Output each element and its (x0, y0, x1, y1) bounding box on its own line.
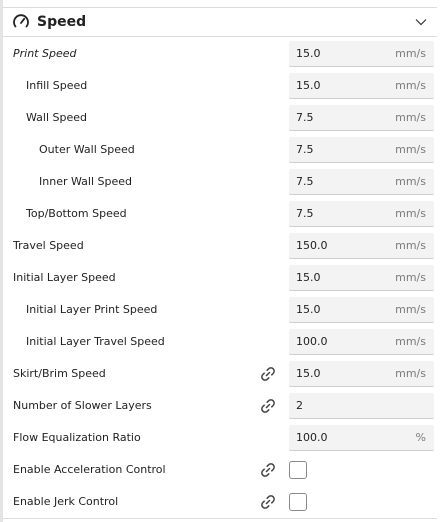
field-unit: % (415, 431, 426, 444)
setting-label: Initial Layer Speed (13, 271, 116, 284)
setting-label: Outer Wall Speed (39, 143, 135, 156)
initial-layer-speed-input[interactable]: 15.0 mm/s (289, 265, 434, 291)
field-value: 15.0 (296, 271, 321, 284)
gauge-icon (11, 12, 31, 32)
inner-wall-speed-input[interactable]: 7.5 mm/s (289, 169, 434, 195)
top-bottom-speed-input[interactable]: 7.5 mm/s (289, 201, 434, 227)
field-value: 15.0 (296, 47, 321, 60)
setting-row-number-of-slower-layers: Number of Slower Layers 2 (0, 392, 440, 420)
number-of-slower-layers-input[interactable]: 2 (289, 393, 434, 419)
link-icon[interactable] (258, 396, 278, 416)
speed-settings-panel: Speed Print Speed 15.0 mm/s Infill Speed… (0, 0, 440, 522)
field-unit: mm/s (395, 367, 426, 380)
enable-acceleration-control-checkbox[interactable] (289, 461, 307, 479)
setting-label: Enable Acceleration Control (13, 463, 166, 476)
field-unit: mm/s (395, 303, 426, 316)
setting-row-flow-equalization-ratio: Flow Equalization Ratio 100.0 % (0, 424, 440, 452)
setting-label: Wall Speed (26, 111, 88, 124)
enable-jerk-control-checkbox[interactable] (289, 493, 307, 511)
speed-section-header[interactable]: Speed (3, 7, 437, 37)
field-unit: mm/s (395, 111, 426, 124)
field-value: 150.0 (296, 239, 328, 252)
field-value: 7.5 (296, 143, 314, 156)
field-value: 100.0 (296, 335, 328, 348)
field-unit: mm/s (395, 175, 426, 188)
setting-label: Infill Speed (26, 79, 88, 92)
travel-speed-input[interactable]: 150.0 mm/s (289, 233, 434, 259)
setting-row-infill-speed: Infill Speed 15.0 mm/s (0, 72, 440, 100)
link-icon[interactable] (258, 364, 278, 384)
link-icon[interactable] (258, 492, 278, 512)
flow-equalization-ratio-input[interactable]: 100.0 % (289, 425, 434, 451)
field-unit: mm/s (395, 271, 426, 284)
setting-label: Print Speed (13, 47, 77, 60)
field-value: 15.0 (296, 79, 321, 92)
field-unit: mm/s (395, 47, 426, 60)
setting-row-initial-layer-print-speed: Initial Layer Print Speed 15.0 mm/s (0, 296, 440, 324)
setting-label: Enable Jerk Control (13, 495, 119, 508)
setting-row-outer-wall-speed: Outer Wall Speed 7.5 mm/s (0, 136, 440, 164)
field-value: 15.0 (296, 303, 321, 316)
wall-speed-input[interactable]: 7.5 mm/s (289, 105, 434, 131)
field-unit: mm/s (395, 207, 426, 220)
setting-row-enable-jerk-control: Enable Jerk Control (0, 488, 440, 516)
field-unit: mm/s (395, 143, 426, 156)
field-unit: mm/s (395, 239, 426, 252)
field-unit: mm/s (395, 335, 426, 348)
field-value: 7.5 (296, 111, 314, 124)
initial-layer-travel-speed-input[interactable]: 100.0 mm/s (289, 329, 434, 355)
setting-row-initial-layer-speed: Initial Layer Speed 15.0 mm/s (0, 264, 440, 292)
setting-label: Inner Wall Speed (39, 175, 132, 188)
field-value: 100.0 (296, 431, 328, 444)
setting-row-skirt-brim-speed: Skirt/Brim Speed 15.0 mm/s (0, 360, 440, 388)
infill-speed-input[interactable]: 15.0 mm/s (289, 73, 434, 99)
setting-label: Skirt/Brim Speed (13, 367, 106, 380)
initial-layer-print-speed-input[interactable]: 15.0 mm/s (289, 297, 434, 323)
setting-label: Initial Layer Travel Speed (26, 335, 165, 348)
field-unit: mm/s (395, 79, 426, 92)
setting-label: Flow Equalization Ratio (13, 431, 141, 444)
setting-row-wall-speed: Wall Speed 7.5 mm/s (0, 104, 440, 132)
setting-row-top-bottom-speed: Top/Bottom Speed 7.5 mm/s (0, 200, 440, 228)
field-value: 2 (296, 399, 303, 412)
setting-label: Top/Bottom Speed (26, 207, 127, 220)
setting-row-print-speed: Print Speed 15.0 mm/s (0, 40, 440, 68)
field-value: 7.5 (296, 175, 314, 188)
field-value: 7.5 (296, 207, 314, 220)
print-speed-input[interactable]: 15.0 mm/s (289, 41, 434, 67)
link-icon[interactable] (258, 460, 278, 480)
field-value: 15.0 (296, 367, 321, 380)
setting-label: Initial Layer Print Speed (26, 303, 158, 316)
setting-label: Number of Slower Layers (13, 399, 152, 412)
setting-row-enable-acceleration-control: Enable Acceleration Control (0, 456, 440, 484)
outer-wall-speed-input[interactable]: 7.5 mm/s (289, 137, 434, 163)
skirt-brim-speed-input[interactable]: 15.0 mm/s (289, 361, 434, 387)
section-title: Speed (37, 14, 87, 30)
setting-label: Travel Speed (13, 239, 84, 252)
panel-bottom-divider (3, 518, 437, 519)
setting-row-inner-wall-speed: Inner Wall Speed 7.5 mm/s (0, 168, 440, 196)
setting-row-initial-layer-travel-speed: Initial Layer Travel Speed 100.0 mm/s (0, 328, 440, 356)
chevron-down-icon[interactable] (413, 14, 429, 30)
setting-row-travel-speed: Travel Speed 150.0 mm/s (0, 232, 440, 260)
